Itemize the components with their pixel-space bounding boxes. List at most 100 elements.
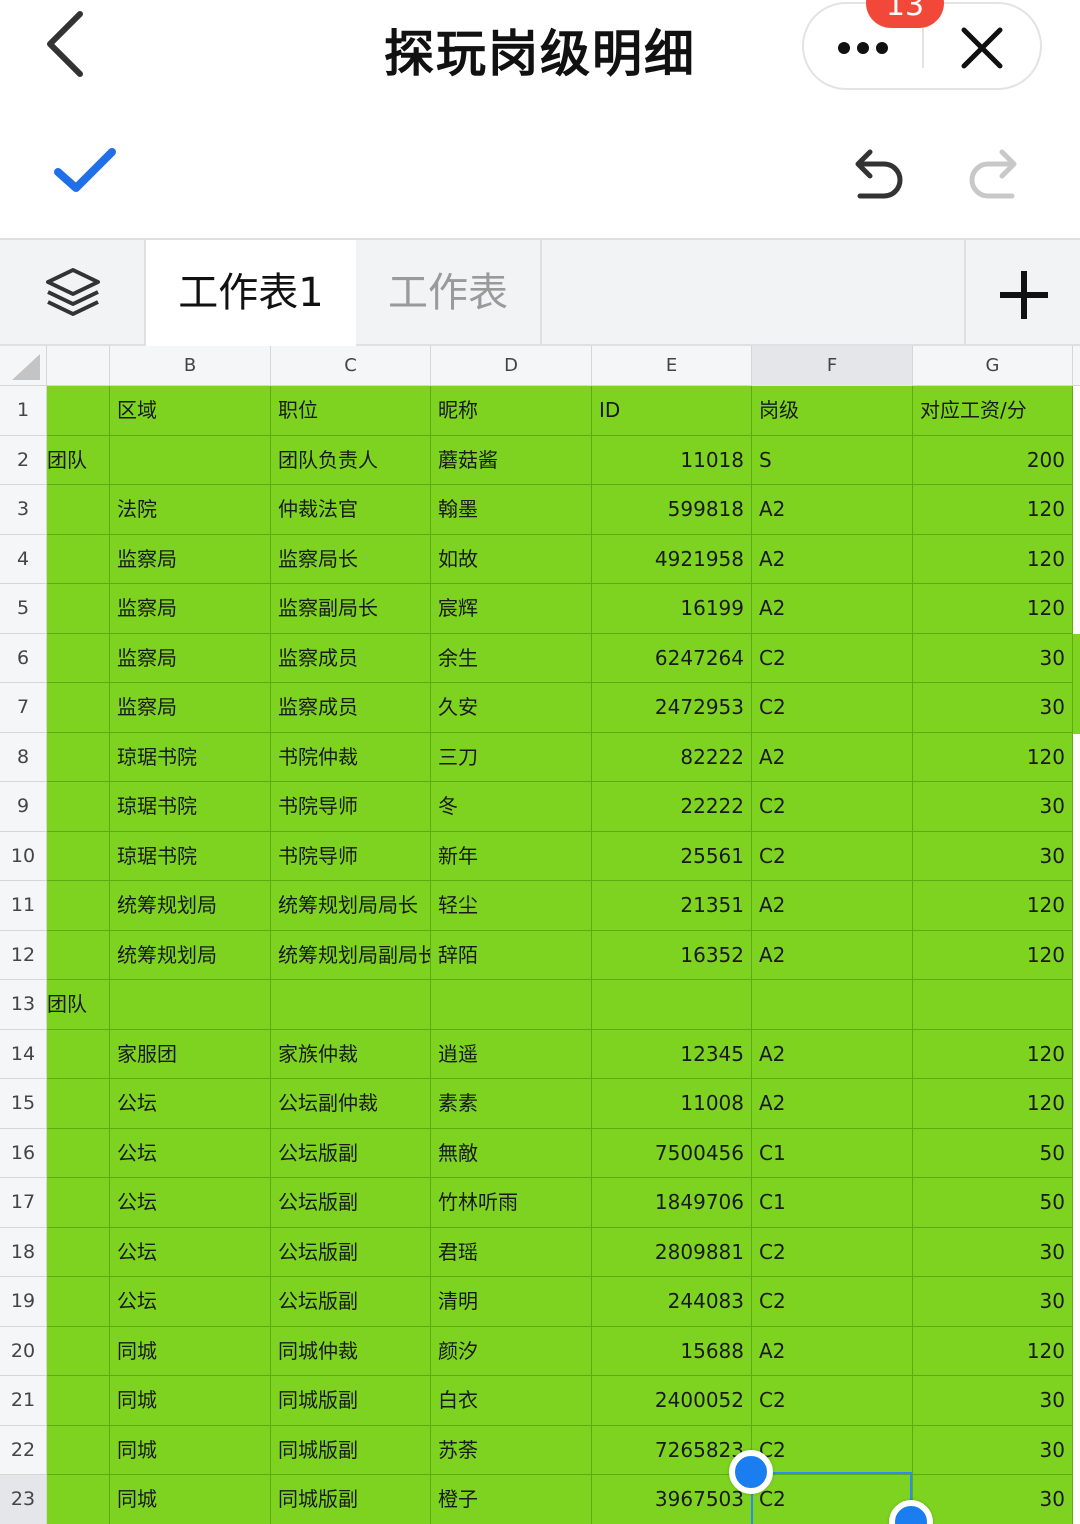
row-header[interactable]: 18 — [0, 1227, 47, 1277]
cell-position[interactable]: 统筹规划局副局长 — [271, 930, 431, 980]
row-header[interactable]: 17 — [0, 1178, 47, 1228]
cell-a[interactable] — [47, 732, 110, 782]
cell-nickname[interactable]: 素素 — [431, 1079, 592, 1129]
cell-id[interactable]: 25561 — [592, 831, 752, 881]
cell-nickname[interactable]: 三刀 — [431, 732, 592, 782]
cell-grade[interactable]: A2 — [752, 534, 913, 584]
cell-a[interactable] — [47, 1425, 110, 1475]
tab-sheet[interactable]: 工作表 — [356, 240, 542, 346]
cell-a[interactable] — [47, 1079, 110, 1129]
cell-region[interactable]: 监察局 — [110, 683, 271, 733]
cell-grade[interactable]: A2 — [752, 881, 913, 931]
cell-grade[interactable]: S — [752, 435, 913, 485]
cell-grade[interactable]: A2 — [752, 1326, 913, 1376]
cell-a[interactable] — [47, 683, 110, 733]
cell-region[interactable]: 监察局 — [110, 633, 271, 683]
cell-salary[interactable]: 50 — [913, 1178, 1073, 1228]
column-header-a[interactable] — [47, 346, 110, 386]
cell-position[interactable]: 同城仲裁 — [271, 1326, 431, 1376]
row-header[interactable]: 9 — [0, 782, 47, 832]
cell-nickname[interactable]: 宸辉 — [431, 584, 592, 634]
cell-a[interactable] — [47, 534, 110, 584]
cell-a[interactable] — [47, 1029, 110, 1079]
cell-position[interactable]: 同城版副 — [271, 1475, 431, 1524]
cell-id[interactable]: 4921958 — [592, 534, 752, 584]
row-header[interactable]: 3 — [0, 485, 47, 535]
cell-a[interactable] — [47, 1326, 110, 1376]
sheet-list-button[interactable] — [0, 240, 146, 346]
cell-region[interactable]: 公坛 — [110, 1079, 271, 1129]
cell-salary[interactable]: 30 — [913, 633, 1073, 683]
cell-nickname[interactable]: 竹林听雨 — [431, 1178, 592, 1228]
cell-a[interactable]: 团队 — [47, 980, 110, 1030]
cell-a[interactable] — [47, 1227, 110, 1277]
cell-salary[interactable]: 120 — [913, 930, 1073, 980]
cell-salary[interactable]: 120 — [913, 485, 1073, 535]
cell-nickname[interactable]: 辞陌 — [431, 930, 592, 980]
column-header-b[interactable]: B — [110, 346, 271, 386]
cell-salary[interactable]: 120 — [913, 584, 1073, 634]
cell-a[interactable] — [47, 1178, 110, 1228]
cell-a[interactable] — [47, 881, 110, 931]
cell-grade[interactable]: A2 — [752, 485, 913, 535]
cell-grade[interactable]: C1 — [752, 1128, 913, 1178]
row-header[interactable]: 2 — [0, 435, 47, 485]
cell-a[interactable] — [47, 1376, 110, 1426]
cell-region[interactable]: 同城 — [110, 1425, 271, 1475]
cell-region[interactable]: 监察局 — [110, 584, 271, 634]
cell-region[interactable]: 公坛 — [110, 1227, 271, 1277]
cell-salary[interactable]: 30 — [913, 831, 1073, 881]
cell-region[interactable]: 公坛 — [110, 1178, 271, 1228]
cell-nickname[interactable]: 久安 — [431, 683, 592, 733]
cell-region[interactable]: 同城 — [110, 1475, 271, 1524]
cell-position[interactable]: 仲裁法官 — [271, 485, 431, 535]
row-header[interactable]: 11 — [0, 881, 47, 931]
selection-handle-start[interactable] — [729, 1450, 773, 1494]
row-header[interactable]: 21 — [0, 1376, 47, 1426]
cell-nickname[interactable]: 颜汐 — [431, 1326, 592, 1376]
cell-region[interactable]: 区域 — [110, 386, 271, 436]
cell-position[interactable]: 统筹规划局局长 — [271, 881, 431, 931]
cell-id[interactable]: 3967503 — [592, 1475, 752, 1524]
cell-grade[interactable]: A2 — [752, 930, 913, 980]
cell-nickname[interactable]: 余生 — [431, 633, 592, 683]
cell-nickname[interactable]: 新年 — [431, 831, 592, 881]
cell-region[interactable]: 琼琚书院 — [110, 782, 271, 832]
cell-region[interactable]: 统筹规划局 — [110, 930, 271, 980]
row-header[interactable]: 1 — [0, 386, 47, 436]
cell-grade[interactable]: C1 — [752, 1178, 913, 1228]
cell-salary[interactable]: 120 — [913, 732, 1073, 782]
cell-nickname[interactable]: 君瑶 — [431, 1227, 592, 1277]
cell-nickname[interactable]: 清明 — [431, 1277, 592, 1327]
cell-position[interactable]: 同城版副 — [271, 1376, 431, 1426]
cell-salary[interactable]: 30 — [913, 1277, 1073, 1327]
cell-nickname[interactable]: 無敵 — [431, 1128, 592, 1178]
cell-salary[interactable]: 120 — [913, 1029, 1073, 1079]
spreadsheet-grid[interactable]: B C D E F G 1 区域 职位 昵称 ID 岗级 对应工资/分 2 团队 团队负责人 蘑菇酱… — [0, 346, 1080, 1524]
cell-grade[interactable]: C2 — [752, 1277, 913, 1327]
row-header[interactable]: 23 — [0, 1475, 47, 1524]
cell-id[interactable] — [592, 980, 752, 1030]
cell-region[interactable]: 琼琚书院 — [110, 831, 271, 881]
cell-nickname[interactable]: 白衣 — [431, 1376, 592, 1426]
row-header[interactable]: 22 — [0, 1425, 47, 1475]
cell-grade[interactable]: C2 — [752, 1376, 913, 1426]
done-button[interactable] — [52, 144, 118, 200]
cell-nickname[interactable]: 如故 — [431, 534, 592, 584]
cell-grade[interactable]: A2 — [752, 1079, 913, 1129]
row-header[interactable]: 12 — [0, 930, 47, 980]
cell-id[interactable]: ID — [592, 386, 752, 436]
row-header[interactable]: 16 — [0, 1128, 47, 1178]
cell-salary[interactable]: 120 — [913, 881, 1073, 931]
cell-position[interactable]: 监察局长 — [271, 534, 431, 584]
cell-salary[interactable]: 30 — [913, 1425, 1073, 1475]
cell-nickname[interactable] — [431, 980, 592, 1030]
cell-a[interactable] — [47, 584, 110, 634]
cell-position[interactable]: 同城版副 — [271, 1425, 431, 1475]
cell-a[interactable] — [47, 1128, 110, 1178]
cell-a[interactable] — [47, 831, 110, 881]
cell-region[interactable]: 统筹规划局 — [110, 881, 271, 931]
row-header[interactable]: 13 — [0, 980, 47, 1030]
cell-salary[interactable]: 30 — [913, 1227, 1073, 1277]
cell-position[interactable]: 团队负责人 — [271, 435, 431, 485]
